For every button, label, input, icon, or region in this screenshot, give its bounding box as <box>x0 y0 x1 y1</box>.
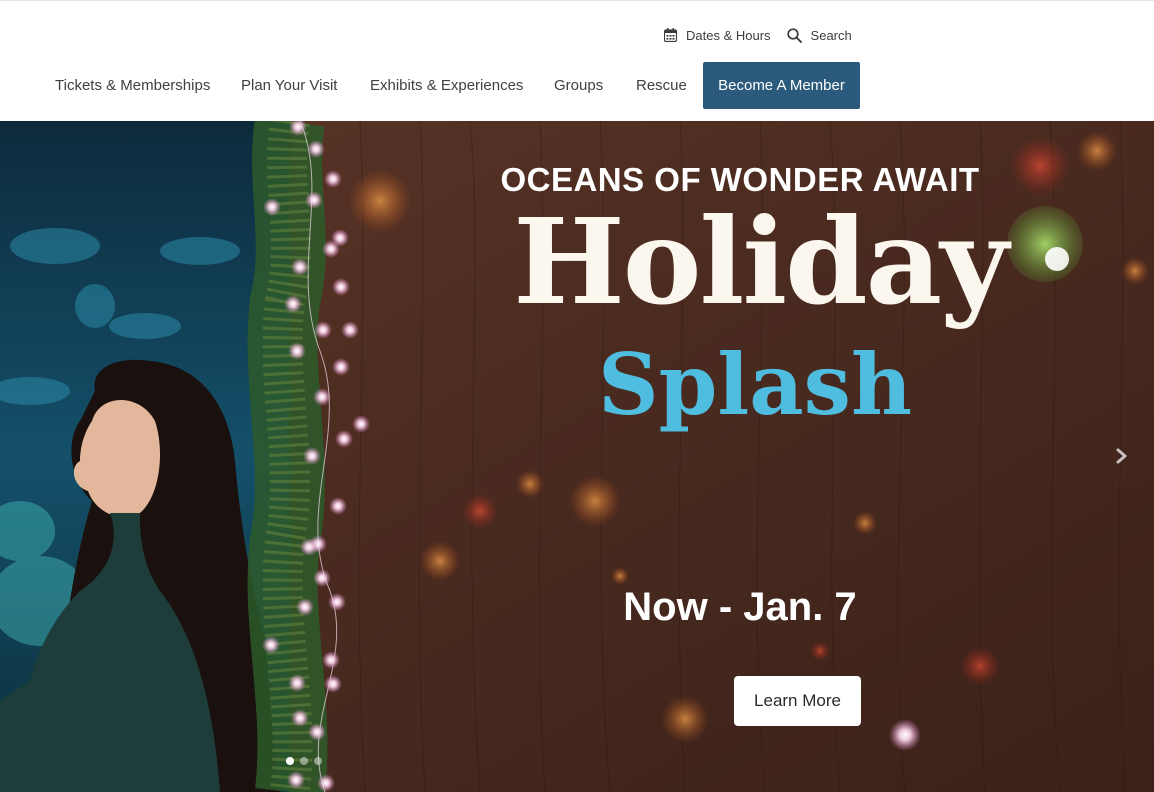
nav-item-plan-your-visit[interactable]: Plan Your Visit <box>241 62 337 109</box>
search-link[interactable]: Search <box>786 27 852 43</box>
carousel-dot-2[interactable] <box>300 757 308 765</box>
search-icon <box>786 27 802 43</box>
hero-title-holiday: Holiday <box>513 192 1008 331</box>
calendar-icon <box>664 28 677 42</box>
hero-title-splash: Splash <box>597 335 913 434</box>
site-header: Dates & Hours Search Tickets & Membershi… <box>0 0 1154 121</box>
become-member-button[interactable]: Become A Member <box>703 62 860 109</box>
nav-item-exhibits-experiences[interactable]: Exhibits & Experiences <box>370 62 523 109</box>
utility-bar: Dates & Hours Search <box>664 25 852 45</box>
carousel-next-button[interactable] <box>1111 443 1133 469</box>
hero-dates: Now - Jan. 7 <box>623 585 857 629</box>
nav-item-groups[interactable]: Groups <box>554 62 603 109</box>
hero-carousel: OCEANS OF WONDER AWAIT Holiday Splash No… <box>0 121 1154 792</box>
nav-item-rescue[interactable]: Rescue <box>636 62 687 109</box>
dates-hours-label: Dates & Hours <box>686 27 771 43</box>
nav-item-tickets-memberships[interactable]: Tickets & Memberships <box>55 62 210 109</box>
learn-more-button[interactable]: Learn More <box>734 676 861 726</box>
chevron-right-icon <box>1116 448 1127 464</box>
main-nav: Tickets & Memberships Plan Your Visit Ex… <box>0 62 1154 109</box>
carousel-dot-1[interactable] <box>286 757 294 765</box>
search-label: Search <box>810 27 852 43</box>
carousel-dot-3[interactable] <box>314 757 322 765</box>
carousel-dots <box>286 757 322 765</box>
dates-hours-link[interactable]: Dates & Hours <box>664 28 771 43</box>
